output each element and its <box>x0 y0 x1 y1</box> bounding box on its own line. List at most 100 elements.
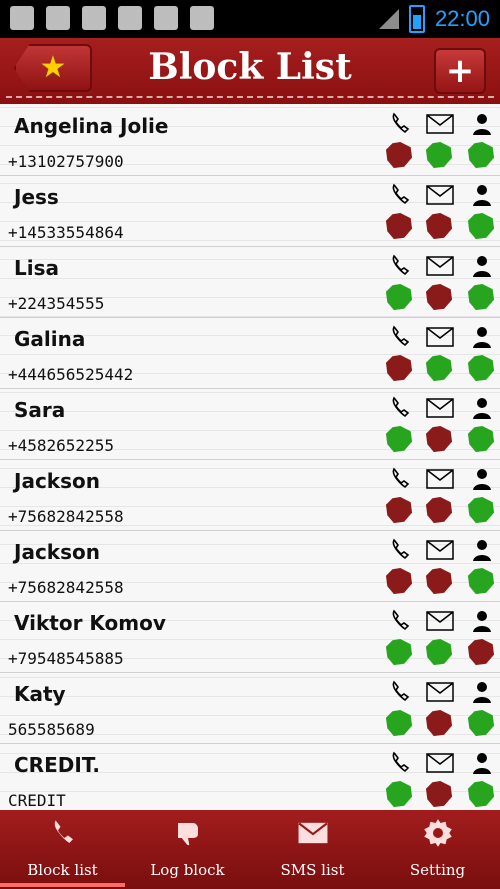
call-status-indicator[interactable] <box>386 497 412 523</box>
phone-icon[interactable] <box>386 680 414 704</box>
call-status-indicator[interactable] <box>386 710 412 736</box>
contact-status-indicator[interactable] <box>468 639 494 665</box>
sms-status-indicator[interactable] <box>426 568 452 594</box>
mail-icon[interactable] <box>426 325 454 349</box>
sms-status-indicator[interactable] <box>426 710 452 736</box>
sms-status-indicator[interactable] <box>426 142 452 168</box>
gear-icon <box>423 819 452 847</box>
header-stitch <box>6 96 494 98</box>
list-item[interactable]: Sara +4582652255 <box>0 388 500 460</box>
call-status-indicator[interactable] <box>386 426 412 452</box>
list-item[interactable]: Viktor Komov +79548545885 <box>0 601 500 673</box>
contact-status-indicator[interactable] <box>468 355 494 381</box>
page-title: Block List <box>148 46 352 88</box>
phone-icon[interactable] <box>386 254 414 278</box>
sms-status-indicator[interactable] <box>426 497 452 523</box>
phone-icon[interactable] <box>386 467 414 491</box>
status-right-icons: 22:00 <box>378 5 490 33</box>
person-icon[interactable] <box>468 538 496 562</box>
person-icon[interactable] <box>468 325 496 349</box>
list-item[interactable]: Jess +14533554864 <box>0 175 500 247</box>
contact-phone: +75682842558 <box>8 578 124 597</box>
phone-icon[interactable] <box>386 183 414 207</box>
list-item[interactable]: Katy 565585689 <box>0 672 500 744</box>
contact-name: Sara <box>14 398 66 422</box>
phone-icon[interactable] <box>386 396 414 420</box>
sms-status-indicator[interactable] <box>426 213 452 239</box>
person-icon[interactable] <box>468 609 496 633</box>
phone-icon[interactable] <box>386 112 414 136</box>
bottom-navigation: Block list Log block SMS list Setting <box>0 810 500 889</box>
list-item[interactable]: CREDIT. CREDIT <box>0 743 500 810</box>
mail-icon[interactable] <box>426 680 454 704</box>
contact-status-indicator[interactable] <box>468 497 494 523</box>
contact-status-indicator[interactable] <box>468 568 494 594</box>
block-toggles <box>386 538 496 594</box>
mail-icon[interactable] <box>426 183 454 207</box>
contact-name: Lisa <box>14 256 59 280</box>
mail-icon[interactable] <box>426 751 454 775</box>
person-icon[interactable] <box>468 396 496 420</box>
phone-icon[interactable] <box>386 751 414 775</box>
call-status-indicator[interactable] <box>386 568 412 594</box>
tab-block-list[interactable]: Block list <box>0 810 125 889</box>
sms-status-indicator[interactable] <box>426 284 452 310</box>
play-store-icon <box>154 6 178 30</box>
call-status-indicator[interactable] <box>386 781 412 807</box>
contact-phone: 565585689 <box>8 720 95 739</box>
phone-icon[interactable] <box>386 325 414 349</box>
status-time: 22:00 <box>434 6 490 31</box>
block-toggles <box>386 183 496 239</box>
person-icon[interactable] <box>468 751 496 775</box>
person-icon[interactable] <box>468 183 496 207</box>
phone-icon[interactable] <box>386 609 414 633</box>
person-icon[interactable] <box>468 112 496 136</box>
contact-status-indicator[interactable] <box>468 781 494 807</box>
sms-status-indicator[interactable] <box>426 355 452 381</box>
contact-phone: +224354555 <box>8 294 105 313</box>
block-toggles <box>386 467 496 523</box>
mail-icon[interactable] <box>426 112 454 136</box>
contact-name: Angelina Jolie <box>14 114 169 138</box>
missed-call-icon <box>82 6 106 30</box>
block-toggles <box>386 254 496 310</box>
add-contact-button[interactable]: + <box>434 48 486 94</box>
sms-status-indicator[interactable] <box>426 639 452 665</box>
call-status-indicator[interactable] <box>386 639 412 665</box>
call-status-indicator[interactable] <box>386 142 412 168</box>
contact-name: Viktor Komov <box>14 611 166 635</box>
tab-sms-list[interactable]: SMS list <box>250 810 375 889</box>
call-status-indicator[interactable] <box>386 355 412 381</box>
list-item[interactable]: Jackson +75682842558 <box>0 530 500 602</box>
tab-setting[interactable]: Setting <box>375 810 500 889</box>
contact-status-indicator[interactable] <box>468 426 494 452</box>
block-toggles <box>386 325 496 381</box>
person-icon[interactable] <box>468 680 496 704</box>
mail-icon[interactable] <box>426 254 454 278</box>
plus-icon: + <box>445 51 475 91</box>
person-icon[interactable] <box>468 254 496 278</box>
mail-icon[interactable] <box>426 538 454 562</box>
app-header: ★ Block List + <box>0 36 500 104</box>
call-status-indicator[interactable] <box>386 284 412 310</box>
sms-status-indicator[interactable] <box>426 781 452 807</box>
contact-phone: +75682842558 <box>8 507 124 526</box>
list-item[interactable]: Angelina Jolie +13102757900 <box>0 104 500 176</box>
phone-icon[interactable] <box>386 538 414 562</box>
list-item[interactable]: Jackson +75682842558 <box>0 459 500 531</box>
contact-status-indicator[interactable] <box>468 710 494 736</box>
contact-status-indicator[interactable] <box>468 142 494 168</box>
contact-status-indicator[interactable] <box>468 284 494 310</box>
tab-log-block[interactable]: Log block <box>125 810 250 889</box>
call-status-indicator[interactable] <box>386 213 412 239</box>
phone-icon <box>54 820 73 843</box>
list-item[interactable]: Lisa +224354555 <box>0 246 500 318</box>
contact-status-indicator[interactable] <box>468 213 494 239</box>
mail-icon[interactable] <box>426 467 454 491</box>
list-item[interactable]: Galina +444656525442 <box>0 317 500 389</box>
sms-status-indicator[interactable] <box>426 426 452 452</box>
mail-icon[interactable] <box>426 609 454 633</box>
shopping-bag-icon <box>118 6 142 30</box>
person-icon[interactable] <box>468 467 496 491</box>
mail-icon[interactable] <box>426 396 454 420</box>
